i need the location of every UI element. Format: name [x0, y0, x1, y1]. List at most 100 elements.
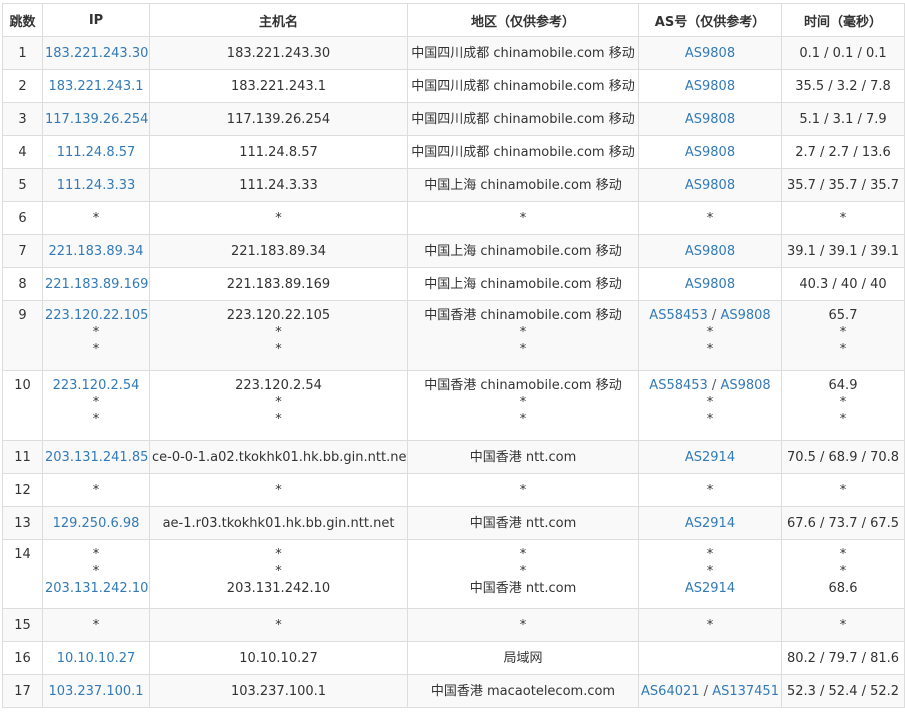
ip-cell: 183.221.243.30: [42, 36, 150, 70]
as-number-link[interactable]: AS137451: [712, 684, 779, 699]
ip-cell: 103.237.100.1: [42, 674, 150, 708]
time-text: *: [839, 412, 847, 427]
as-line: *: [641, 617, 779, 634]
region-text: *: [519, 342, 527, 357]
hop-number: 1: [18, 45, 27, 61]
as-number-link[interactable]: AS2914: [685, 516, 735, 531]
as-cell: AS2914: [638, 506, 782, 540]
time-text: *: [839, 395, 847, 410]
table-row: 11 203.131.241.85 ce-0-0-1.a02.tkokhk01.hk…: [2, 440, 905, 474]
hop-cell: 12: [2, 473, 43, 507]
ip-cell: 111.24.8.57: [42, 135, 150, 169]
as-line: AS58453 / AS9808: [641, 377, 779, 394]
hop-number: 16: [14, 650, 31, 666]
ip-link[interactable]: 223.120.2.54: [45, 377, 147, 394]
as-line: AS9808: [641, 144, 779, 161]
region-text: *: [519, 395, 527, 410]
ip-text: *: [92, 547, 100, 562]
as-number-link[interactable]: AS2914: [685, 581, 735, 596]
table-row: 8 221.183.89.169 221.183.89.169 中国上海 chinam…: [2, 267, 905, 301]
ip-link[interactable]: 10.10.10.27: [45, 650, 147, 667]
region-cell: 中国香港 chinamobile.com 移动 * *: [407, 370, 639, 441]
time-text: 2.7 / 2.7 / 13.6: [795, 144, 891, 160]
as-number-link[interactable]: AS9808: [685, 79, 735, 94]
region-text: 中国上海 chinamobile.com 移动: [424, 243, 622, 259]
ip-cell: 10.10.10.27: [42, 641, 150, 675]
header-row: 跳数 IP 主机名 地区（仅供参考） AS号（仅供参考） 时间（毫秒）: [2, 3, 905, 37]
as-number-link[interactable]: AS9808: [685, 46, 735, 61]
time-cell: 52.3 / 52.4 / 52.2: [781, 674, 905, 708]
ip-link[interactable]: 221.183.89.169: [45, 276, 148, 293]
as-number-link[interactable]: AS58453: [649, 308, 708, 323]
ip-cell: 223.120.22.105 * *: [42, 300, 150, 371]
hostname-text: 183.221.243.30: [226, 45, 331, 61]
hostname-cell: 183.221.243.30: [149, 36, 408, 70]
as-line: AS9808: [641, 111, 779, 128]
ip-text: *: [92, 482, 100, 498]
table-row: 16 10.10.10.27 10.10.10.27 局域网 80.2 / 79.7 /…: [2, 641, 905, 675]
as-cell: AS2914: [638, 440, 782, 474]
ip-cell: 111.24.3.33: [42, 168, 150, 202]
as-cell: AS9808: [638, 234, 782, 268]
ip-link[interactable]: 103.237.100.1: [45, 683, 147, 700]
time-cell: * * 68.6: [781, 539, 905, 609]
as-number-link[interactable]: AS64021: [641, 684, 700, 699]
as-separator: /: [707, 378, 721, 393]
region-cell: 中国上海 chinamobile.com 移动: [407, 168, 639, 202]
region-cell: 中国香港 chinamobile.com 移动 * *: [407, 300, 639, 371]
hostname-text: 10.10.10.27: [239, 650, 318, 666]
region-text: 中国香港 macaotelecom.com: [430, 683, 616, 699]
hostname-text: 111.24.8.57: [239, 144, 318, 160]
ip-link[interactable]: 203.131.242.10: [45, 580, 148, 597]
hop-number: 14: [14, 547, 31, 562]
as-cell: AS9808: [638, 102, 782, 136]
region-text: *: [519, 412, 527, 427]
region-text: 中国香港 ntt.com: [469, 581, 577, 596]
ip-link[interactable]: 203.131.241.85: [45, 449, 148, 466]
as-number-link[interactable]: AS58453: [649, 378, 708, 393]
time-text: 0.1 / 0.1 / 0.1: [799, 45, 887, 61]
ip-link[interactable]: 183.221.243.30: [45, 45, 148, 62]
ip-text: *: [92, 342, 100, 357]
as-number-text: *: [706, 617, 714, 633]
time-text: 70.5 / 68.9 / 70.8: [786, 449, 900, 465]
ip-text: *: [92, 325, 100, 340]
hop-cell: 15: [2, 608, 43, 642]
time-text: *: [839, 482, 847, 498]
table-row: 14 * * 203.131.242.10 * * 203.131.242.10 * * 中国香港…: [2, 539, 905, 609]
time-cell: 39.1 / 39.1 / 39.1: [781, 234, 905, 268]
region-text: 中国香港 chinamobile.com 移动: [424, 378, 622, 393]
ip-link[interactable]: 111.24.8.57: [45, 144, 147, 161]
ip-text: *: [92, 412, 100, 427]
ip-link[interactable]: 223.120.22.105: [45, 307, 148, 324]
as-number-link[interactable]: AS9808: [685, 178, 735, 193]
ip-link[interactable]: 111.24.3.33: [45, 177, 147, 194]
as-number-link[interactable]: AS2914: [685, 450, 735, 465]
ip-cell: 221.183.89.34: [42, 234, 150, 268]
time-cell: 35.5 / 3.2 / 7.8: [781, 69, 905, 103]
as-cell: AS58453 / AS9808 * *: [638, 300, 782, 371]
region-cell: 中国四川成都 chinamobile.com 移动: [407, 36, 639, 70]
hostname-cell: * * 203.131.242.10: [149, 539, 408, 609]
ip-link[interactable]: 117.139.26.254: [45, 111, 148, 128]
region-text: 中国四川成都 chinamobile.com 移动: [411, 45, 635, 61]
hop-cell: 5: [2, 168, 43, 202]
as-number-link[interactable]: AS9808: [685, 277, 735, 292]
ip-link[interactable]: 183.221.243.1: [45, 78, 147, 95]
hostname-text: 103.237.100.1: [230, 683, 327, 699]
ip-link[interactable]: 221.183.89.34: [45, 243, 147, 260]
as-number-link[interactable]: AS9808: [720, 308, 770, 323]
as-number-link[interactable]: AS9808: [685, 145, 735, 160]
hop-number: 5: [18, 177, 27, 193]
hop-number: 8: [18, 276, 27, 292]
header-time: 时间（毫秒）: [781, 3, 905, 37]
header-hop: 跳数: [2, 3, 43, 37]
ip-link[interactable]: 129.250.6.98: [45, 515, 147, 532]
hostname-cell: 183.221.243.1: [149, 69, 408, 103]
as-number-link[interactable]: AS9808: [720, 378, 770, 393]
header-ip: IP: [42, 3, 150, 37]
as-number-link[interactable]: AS9808: [685, 244, 735, 259]
ip-text: *: [92, 395, 100, 410]
as-number-link[interactable]: AS9808: [685, 112, 735, 127]
hop-cell: 6: [2, 201, 43, 235]
